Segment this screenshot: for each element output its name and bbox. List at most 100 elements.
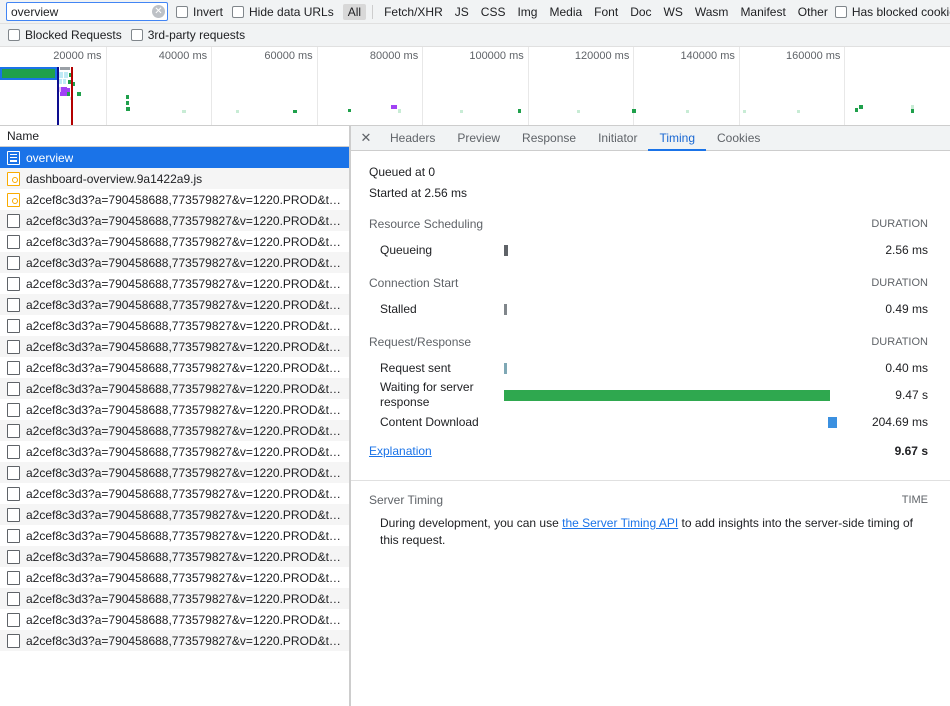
close-icon[interactable]: ✕ bbox=[353, 126, 379, 150]
timing-bar-track bbox=[504, 356, 836, 380]
request-row[interactable]: a2cef8c3d3?a=790458688,773579827&v=1220.… bbox=[0, 231, 349, 252]
third-party-requests-checkbox[interactable]: 3rd-party requests bbox=[130, 28, 245, 42]
request-row[interactable]: a2cef8c3d3?a=790458688,773579827&v=1220.… bbox=[0, 546, 349, 567]
resource-icon bbox=[7, 570, 20, 585]
ruler-divider bbox=[316, 47, 318, 125]
request-row[interactable]: a2cef8c3d3?a=790458688,773579827&v=1220.… bbox=[0, 588, 349, 609]
type-filter-other[interactable]: Other bbox=[793, 4, 833, 20]
request-detail-pane: ✕ Headers Preview Response Initiator Timing C… bbox=[351, 126, 950, 706]
request-marker bbox=[58, 72, 63, 78]
type-filter-font[interactable]: Font bbox=[589, 4, 623, 20]
request-marker bbox=[391, 105, 397, 109]
request-name: a2cef8c3d3?a=790458688,773579827&v=1220.… bbox=[26, 528, 341, 543]
type-filter-media[interactable]: Media bbox=[544, 4, 587, 20]
hide-data-urls-checkbox[interactable]: Hide data URLs bbox=[232, 5, 334, 19]
explanation-link[interactable]: Explanation bbox=[369, 444, 432, 458]
tab-response[interactable]: Response bbox=[511, 126, 587, 150]
request-row[interactable]: a2cef8c3d3?a=790458688,773579827&v=1220.… bbox=[0, 357, 349, 378]
request-row[interactable]: a2cef8c3d3?a=790458688,773579827&v=1220.… bbox=[0, 483, 349, 504]
request-row[interactable]: a2cef8c3d3?a=790458688,773579827&v=1220.… bbox=[0, 567, 349, 588]
timing-bar-track bbox=[504, 238, 836, 262]
blocked-requests-checkbox[interactable]: Blocked Requests bbox=[8, 28, 122, 42]
checkbox-box bbox=[176, 5, 188, 18]
request-name: a2cef8c3d3?a=790458688,773579827&v=1220.… bbox=[26, 297, 341, 312]
request-row[interactable]: a2cef8c3d3?a=790458688,773579827&v=1220.… bbox=[0, 210, 349, 231]
request-row[interactable]: a2cef8c3d3?a=790458688,773579827&v=1220.… bbox=[0, 315, 349, 336]
request-name: a2cef8c3d3?a=790458688,773579827&v=1220.… bbox=[26, 255, 341, 270]
blocked-requests-label: Blocked Requests bbox=[25, 28, 122, 42]
resource-icon bbox=[7, 318, 20, 333]
tab-timing[interactable]: Timing bbox=[648, 126, 706, 151]
request-name: a2cef8c3d3?a=790458688,773579827&v=1220.… bbox=[26, 465, 341, 480]
request-row[interactable]: a2cef8c3d3?a=790458688,773579827&v=1220.… bbox=[0, 273, 349, 294]
has-blocked-cookies-label: Has blocked cookies bbox=[851, 4, 950, 19]
type-filter-wasm[interactable]: Wasm bbox=[690, 4, 734, 20]
request-row[interactable]: a2cef8c3d3?a=790458688,773579827&v=1220.… bbox=[0, 294, 349, 315]
type-filter-fetch-xhr[interactable]: Fetch/XHR bbox=[379, 4, 448, 20]
request-name: a2cef8c3d3?a=790458688,773579827&v=1220.… bbox=[26, 234, 341, 249]
resource-icon bbox=[7, 423, 20, 438]
request-name: a2cef8c3d3?a=790458688,773579827&v=1220.… bbox=[26, 633, 341, 648]
invert-checkbox[interactable]: Invert bbox=[176, 5, 223, 19]
ruler-divider bbox=[738, 47, 740, 125]
has-blocked-cookies-checkbox[interactable]: Has blocked cookies bbox=[834, 4, 950, 19]
ruler-tick-label: 160000 ms bbox=[786, 50, 841, 62]
request-list-header[interactable]: Name bbox=[0, 126, 349, 147]
ruler-tick-label: 80000 ms bbox=[369, 50, 419, 62]
request-row[interactable]: dashboard-overview.9a1422a9.js bbox=[0, 168, 349, 189]
server-timing-time-header: TIME bbox=[901, 494, 928, 506]
type-filter-css[interactable]: CSS bbox=[476, 4, 511, 20]
resource-icon bbox=[7, 507, 20, 522]
request-marker bbox=[797, 110, 800, 113]
request-name: a2cef8c3d3?a=790458688,773579827&v=1220.… bbox=[26, 507, 341, 522]
checkbox-box bbox=[8, 29, 20, 41]
selection-fill bbox=[2, 69, 55, 78]
request-list-body[interactable]: overview dashboard-overview.9a1422a9.js a2… bbox=[0, 147, 349, 706]
request-row[interactable]: a2cef8c3d3?a=790458688,773579827&v=1220.… bbox=[0, 441, 349, 462]
script-icon bbox=[7, 171, 20, 186]
type-filter-doc[interactable]: Doc bbox=[625, 4, 656, 20]
server-timing-api-link[interactable]: the Server Timing API bbox=[562, 516, 678, 530]
type-filter-js[interactable]: JS bbox=[450, 4, 474, 20]
timing-bar-track bbox=[504, 297, 836, 321]
tab-cookies[interactable]: Cookies bbox=[706, 126, 771, 150]
request-row[interactable]: overview bbox=[0, 147, 349, 168]
request-row[interactable]: a2cef8c3d3?a=790458688,773579827&v=1220.… bbox=[0, 420, 349, 441]
column-header-name: Name bbox=[7, 129, 40, 143]
request-row[interactable]: a2cef8c3d3?a=790458688,773579827&v=1220.… bbox=[0, 252, 349, 273]
request-row[interactable]: a2cef8c3d3?a=790458688,773579827&v=1220.… bbox=[0, 525, 349, 546]
request-marker bbox=[126, 95, 129, 99]
request-row[interactable]: a2cef8c3d3?a=790458688,773579827&v=1220.… bbox=[0, 378, 349, 399]
network-main-split: Name overview dashboard-overview.9a1422a9… bbox=[0, 126, 950, 706]
request-row[interactable]: a2cef8c3d3?a=790458688,773579827&v=1220.… bbox=[0, 399, 349, 420]
network-overview-timeline[interactable]: 20000 ms 40000 ms 60000 ms 80000 ms 100000 m… bbox=[0, 47, 950, 126]
tab-preview[interactable]: Preview bbox=[446, 126, 511, 150]
network-filter-toolbar: ✕ Invert Hide data URLs All Fetch/XHRJSCS… bbox=[0, 0, 950, 24]
request-marker bbox=[236, 110, 239, 113]
clear-filter-icon[interactable]: ✕ bbox=[152, 5, 165, 18]
request-row[interactable]: a2cef8c3d3?a=790458688,773579827&v=1220.… bbox=[0, 462, 349, 483]
request-marker bbox=[855, 108, 858, 112]
filter-input[interactable] bbox=[6, 2, 168, 21]
resource-icon bbox=[7, 465, 20, 480]
tab-headers[interactable]: Headers bbox=[379, 126, 446, 150]
timing-duration-header: DURATION bbox=[871, 277, 928, 289]
request-marker bbox=[743, 110, 746, 113]
request-name: a2cef8c3d3?a=790458688,773579827&v=1220.… bbox=[26, 423, 341, 438]
request-row[interactable]: a2cef8c3d3?a=790458688,773579827&v=1220.… bbox=[0, 189, 349, 210]
checkbox-box bbox=[130, 29, 143, 41]
timeline-selection-window[interactable] bbox=[0, 67, 57, 80]
request-name: a2cef8c3d3?a=790458688,773579827&v=1220.… bbox=[26, 276, 341, 291]
request-row[interactable]: a2cef8c3d3?a=790458688,773579827&v=1220.… bbox=[0, 630, 349, 651]
type-filter-ws[interactable]: WS bbox=[659, 4, 688, 20]
timing-total-value: 9.67 s bbox=[894, 444, 928, 458]
request-row[interactable]: a2cef8c3d3?a=790458688,773579827&v=1220.… bbox=[0, 336, 349, 357]
type-filter-img[interactable]: Img bbox=[512, 4, 542, 20]
type-filter-manifest[interactable]: Manifest bbox=[735, 4, 790, 20]
request-row[interactable]: a2cef8c3d3?a=790458688,773579827&v=1220.… bbox=[0, 504, 349, 525]
request-marker bbox=[577, 110, 580, 113]
tab-initiator[interactable]: Initiator bbox=[587, 126, 648, 150]
request-row[interactable]: a2cef8c3d3?a=790458688,773579827&v=1220.… bbox=[0, 609, 349, 630]
request-list: Name overview dashboard-overview.9a1422a9… bbox=[0, 126, 349, 706]
type-filter-all[interactable]: All bbox=[342, 3, 367, 20]
